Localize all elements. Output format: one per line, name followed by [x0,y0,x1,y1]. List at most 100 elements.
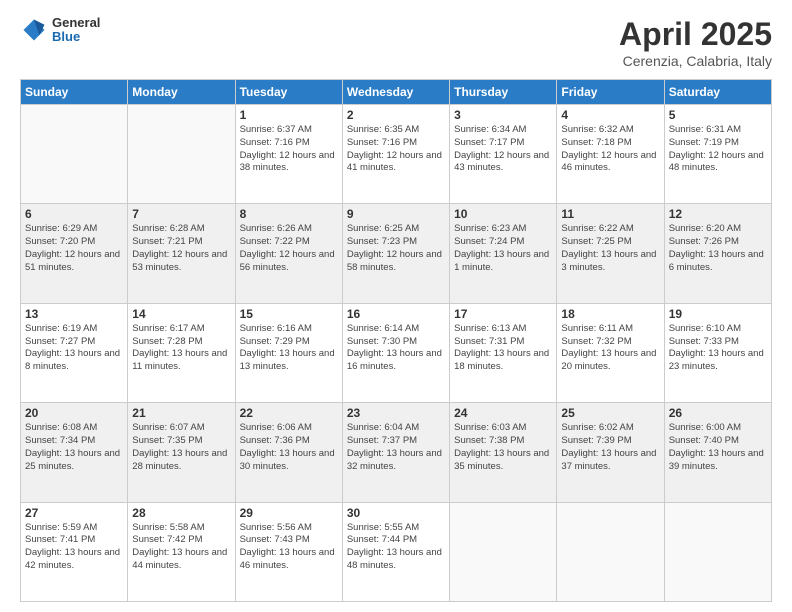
day-number: 13 [25,307,123,321]
logo-text: General Blue [52,16,100,45]
calendar-cell: 6 Sunrise: 6:29 AMSunset: 7:20 PMDaylight… [21,204,128,303]
day-info: Sunrise: 6:37 AMSunset: 7:16 PMDaylight:… [240,124,338,175]
day-info: Sunrise: 6:35 AMSunset: 7:16 PMDaylight:… [347,124,445,175]
calendar-cell: 15 Sunrise: 6:16 AMSunset: 7:29 PMDayligh… [235,303,342,402]
day-number: 27 [25,506,123,520]
calendar-cell: 12 Sunrise: 6:20 AMSunset: 7:26 PMDayligh… [664,204,771,303]
day-info: Sunrise: 6:03 AMSunset: 7:38 PMDaylight:… [454,422,552,473]
day-header-sunday: Sunday [21,80,128,105]
day-info: Sunrise: 6:11 AMSunset: 7:32 PMDaylight:… [561,323,659,374]
calendar-cell: 28 Sunrise: 5:58 AMSunset: 7:42 PMDayligh… [128,502,235,601]
day-info: Sunrise: 5:58 AMSunset: 7:42 PMDaylight:… [132,522,230,573]
day-number: 8 [240,207,338,221]
day-number: 6 [25,207,123,221]
day-header-wednesday: Wednesday [342,80,449,105]
day-info: Sunrise: 6:14 AMSunset: 7:30 PMDaylight:… [347,323,445,374]
day-info: Sunrise: 6:28 AMSunset: 7:21 PMDaylight:… [132,223,230,274]
calendar-cell [128,105,235,204]
day-header-tuesday: Tuesday [235,80,342,105]
day-info: Sunrise: 6:10 AMSunset: 7:33 PMDaylight:… [669,323,767,374]
calendar-cell: 20 Sunrise: 6:08 AMSunset: 7:34 PMDayligh… [21,403,128,502]
calendar-cell: 5Sunrise: 6:31 AMSunset: 7:19 PMDaylight… [664,105,771,204]
calendar-cell: 22 Sunrise: 6:06 AMSunset: 7:36 PMDayligh… [235,403,342,502]
day-number: 17 [454,307,552,321]
day-number: 21 [132,406,230,420]
day-number: 14 [132,307,230,321]
calendar-cell: 19 Sunrise: 6:10 AMSunset: 7:33 PMDayligh… [664,303,771,402]
day-number: 16 [347,307,445,321]
day-info: Sunrise: 6:06 AMSunset: 7:36 PMDaylight:… [240,422,338,473]
calendar-cell: 10Sunrise: 6:23 AMSunset: 7:24 PMDayligh… [450,204,557,303]
day-number: 19 [669,307,767,321]
day-number: 3 [454,108,552,122]
day-number: 24 [454,406,552,420]
day-info: Sunrise: 6:02 AMSunset: 7:39 PMDaylight:… [561,422,659,473]
calendar-cell: 23Sunrise: 6:04 AMSunset: 7:37 PMDayligh… [342,403,449,502]
calendar-table: SundayMondayTuesdayWednesdayThursdayFrid… [20,79,772,602]
page: General Blue April 2025 Cerenzia, Calabr… [0,0,792,612]
calendar-week-2: 6 Sunrise: 6:29 AMSunset: 7:20 PMDaylight… [21,204,772,303]
day-info: Sunrise: 6:26 AMSunset: 7:22 PMDaylight:… [240,223,338,274]
day-number: 25 [561,406,659,420]
day-number: 12 [669,207,767,221]
day-info: Sunrise: 6:20 AMSunset: 7:26 PMDaylight:… [669,223,767,274]
day-header-thursday: Thursday [450,80,557,105]
calendar-title: April 2025 [619,16,772,53]
logo-general: General [52,16,100,30]
header: General Blue April 2025 Cerenzia, Calabr… [20,16,772,69]
calendar-cell [664,502,771,601]
day-number: 20 [25,406,123,420]
calendar-cell: 26 Sunrise: 6:00 AMSunset: 7:40 PMDayligh… [664,403,771,502]
calendar-cell: 21Sunrise: 6:07 AMSunset: 7:35 PMDayligh… [128,403,235,502]
day-number: 30 [347,506,445,520]
day-info: Sunrise: 6:08 AMSunset: 7:34 PMDaylight:… [25,422,123,473]
day-number: 26 [669,406,767,420]
day-info: Sunrise: 6:25 AMSunset: 7:23 PMDaylight:… [347,223,445,274]
calendar-cell: 9 Sunrise: 6:25 AMSunset: 7:23 PMDaylight… [342,204,449,303]
day-info: Sunrise: 6:32 AMSunset: 7:18 PMDaylight:… [561,124,659,175]
day-info: Sunrise: 6:29 AMSunset: 7:20 PMDaylight:… [25,223,123,274]
day-info: Sunrise: 6:34 AMSunset: 7:17 PMDaylight:… [454,124,552,175]
day-number: 18 [561,307,659,321]
calendar-cell: 17Sunrise: 6:13 AMSunset: 7:31 PMDayligh… [450,303,557,402]
day-info: Sunrise: 6:17 AMSunset: 7:28 PMDaylight:… [132,323,230,374]
day-header-friday: Friday [557,80,664,105]
day-number: 15 [240,307,338,321]
day-header-saturday: Saturday [664,80,771,105]
day-info: Sunrise: 6:22 AMSunset: 7:25 PMDaylight:… [561,223,659,274]
day-number: 7 [132,207,230,221]
day-number: 2 [347,108,445,122]
calendar-week-5: 27 Sunrise: 5:59 AMSunset: 7:41 PMDayligh… [21,502,772,601]
day-number: 10 [454,207,552,221]
calendar-cell: 29Sunrise: 5:56 AMSunset: 7:43 PMDayligh… [235,502,342,601]
day-info: Sunrise: 5:56 AMSunset: 7:43 PMDaylight:… [240,522,338,573]
logo-icon [20,16,48,44]
calendar-cell: 25 Sunrise: 6:02 AMSunset: 7:39 PMDayligh… [557,403,664,502]
day-number: 1 [240,108,338,122]
calendar-cell [21,105,128,204]
day-info: Sunrise: 6:00 AMSunset: 7:40 PMDaylight:… [669,422,767,473]
calendar-cell: 1 Sunrise: 6:37 AMSunset: 7:16 PMDaylight… [235,105,342,204]
day-number: 28 [132,506,230,520]
day-number: 4 [561,108,659,122]
title-block: April 2025 Cerenzia, Calabria, Italy [619,16,772,69]
day-info: Sunrise: 5:55 AMSunset: 7:44 PMDaylight:… [347,522,445,573]
day-info: Sunrise: 6:04 AMSunset: 7:37 PMDaylight:… [347,422,445,473]
calendar-cell: 24 Sunrise: 6:03 AMSunset: 7:38 PMDayligh… [450,403,557,502]
calendar-cell: 2 Sunrise: 6:35 AMSunset: 7:16 PMDaylight… [342,105,449,204]
calendar-cell [450,502,557,601]
day-number: 22 [240,406,338,420]
day-number: 5 [669,108,767,122]
calendar-week-3: 13Sunrise: 6:19 AMSunset: 7:27 PMDayligh… [21,303,772,402]
calendar-header-row: SundayMondayTuesdayWednesdayThursdayFrid… [21,80,772,105]
calendar-week-1: 1 Sunrise: 6:37 AMSunset: 7:16 PMDaylight… [21,105,772,204]
calendar-cell: 14 Sunrise: 6:17 AMSunset: 7:28 PMDayligh… [128,303,235,402]
day-info: Sunrise: 5:59 AMSunset: 7:41 PMDaylight:… [25,522,123,573]
logo: General Blue [20,16,100,45]
calendar-week-4: 20 Sunrise: 6:08 AMSunset: 7:34 PMDayligh… [21,403,772,502]
calendar-cell: 30 Sunrise: 5:55 AMSunset: 7:44 PMDayligh… [342,502,449,601]
calendar-cell: 16 Sunrise: 6:14 AMSunset: 7:30 PMDayligh… [342,303,449,402]
calendar-cell: 4 Sunrise: 6:32 AMSunset: 7:18 PMDaylight… [557,105,664,204]
day-info: Sunrise: 6:16 AMSunset: 7:29 PMDaylight:… [240,323,338,374]
day-number: 9 [347,207,445,221]
